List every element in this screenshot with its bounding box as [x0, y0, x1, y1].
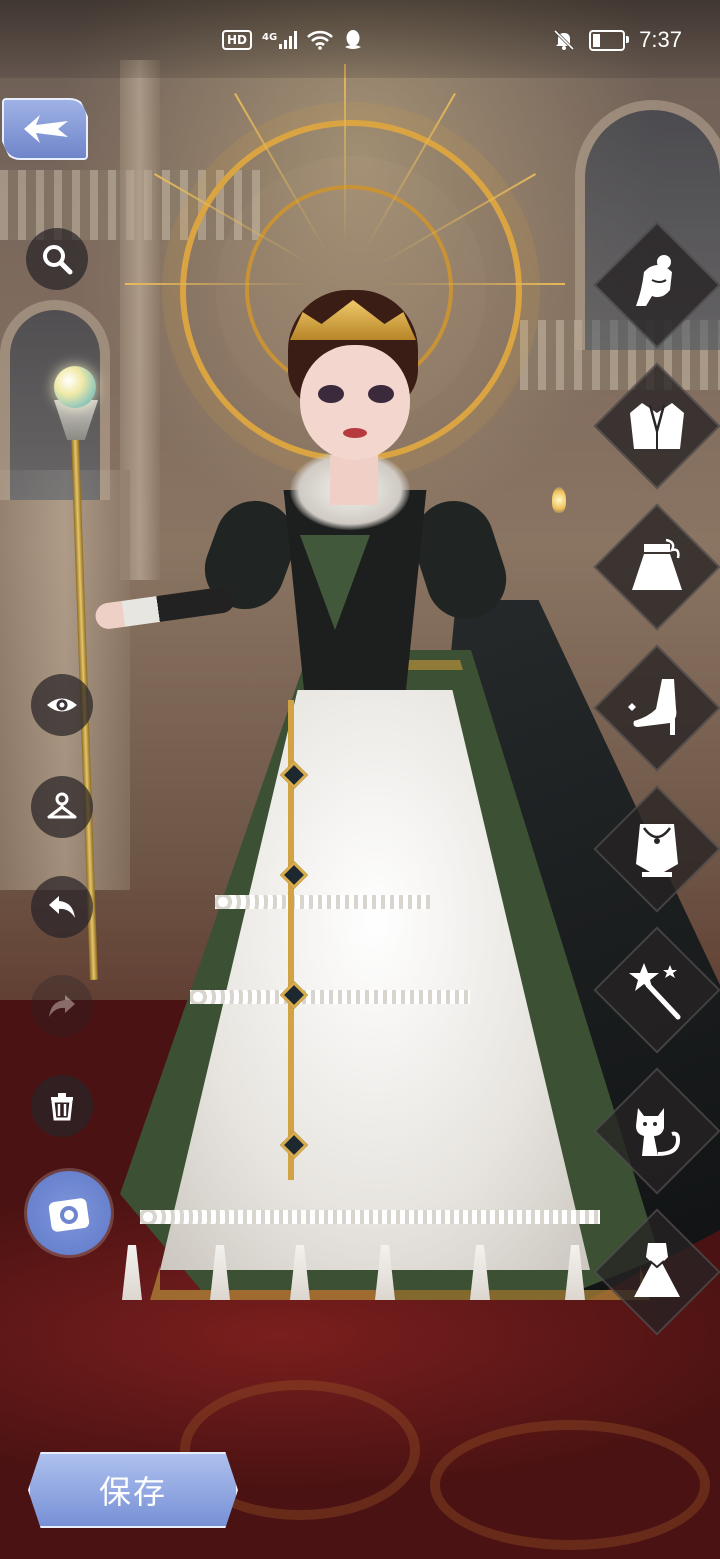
hd-badge: HD: [222, 30, 253, 50]
tab-pet[interactable]: [593, 1067, 720, 1195]
left-arm: [93, 585, 237, 631]
status-bar: HD 4G 7:37: [0, 0, 720, 78]
halo-ray: [125, 283, 355, 285]
neck: [330, 455, 378, 505]
save-button[interactable]: 保存: [28, 1452, 238, 1528]
back-arrow-icon: [24, 115, 68, 143]
halo-ray: [335, 283, 565, 285]
lace-tier: [140, 1210, 600, 1224]
hair-icon: [636, 255, 672, 306]
lips: [343, 428, 367, 438]
signal-icon: 4G: [262, 31, 298, 49]
redo-icon: [49, 995, 75, 1017]
right-eye: [368, 385, 394, 403]
heel-shoe-icon: [628, 679, 677, 735]
left-eye: [318, 385, 344, 403]
clock: 7:37: [639, 27, 682, 52]
magic-wand-icon: [629, 963, 681, 1020]
lace-tier: [215, 895, 430, 909]
save-button-label: 保存: [98, 1473, 167, 1511]
tab-dress[interactable]: [593, 1208, 720, 1336]
search-icon: [43, 245, 73, 275]
blazer-icon: [630, 403, 684, 449]
mute-icon: [554, 29, 575, 51]
tab-shoes[interactable]: [593, 644, 720, 772]
dress-icon: [634, 1243, 680, 1297]
redo-button[interactable]: [31, 975, 93, 1037]
cat-icon: [636, 1108, 681, 1156]
back-button[interactable]: [2, 98, 88, 160]
hanger-icon: [47, 792, 77, 819]
camera-icon: [48, 1198, 90, 1232]
lace-tier: [190, 990, 470, 1004]
tab-top[interactable]: [593, 362, 720, 490]
face: [300, 345, 410, 460]
undo-icon: [49, 896, 75, 918]
eye-icon: [47, 698, 77, 712]
camera-button[interactable]: [27, 1171, 111, 1255]
delete-button[interactable]: [31, 1075, 93, 1137]
tassel: [122, 1245, 142, 1300]
status-right: 7:37: [553, 27, 682, 53]
necklace-bust-icon: [636, 824, 678, 877]
search-button[interactable]: [26, 228, 88, 290]
tab-handheld[interactable]: [593, 926, 720, 1054]
scepter-orb: [54, 366, 96, 408]
wifi-icon: [307, 30, 334, 50]
skirt-icon: [632, 538, 682, 590]
hide-ui-button[interactable]: [31, 674, 93, 736]
halo-ray: [344, 64, 346, 294]
tab-hairstyle[interactable]: [593, 221, 720, 349]
battery-icon: [589, 29, 630, 51]
qq-icon: [345, 30, 362, 49]
network-type: 4G: [262, 32, 278, 43]
outfit-button[interactable]: [31, 776, 93, 838]
undo-button[interactable]: [31, 876, 93, 938]
tab-accessories[interactable]: [593, 785, 720, 913]
tab-bottom[interactable]: [593, 503, 720, 631]
status-indicators: HD 4G: [222, 29, 363, 51]
trash-icon: [51, 1093, 73, 1121]
